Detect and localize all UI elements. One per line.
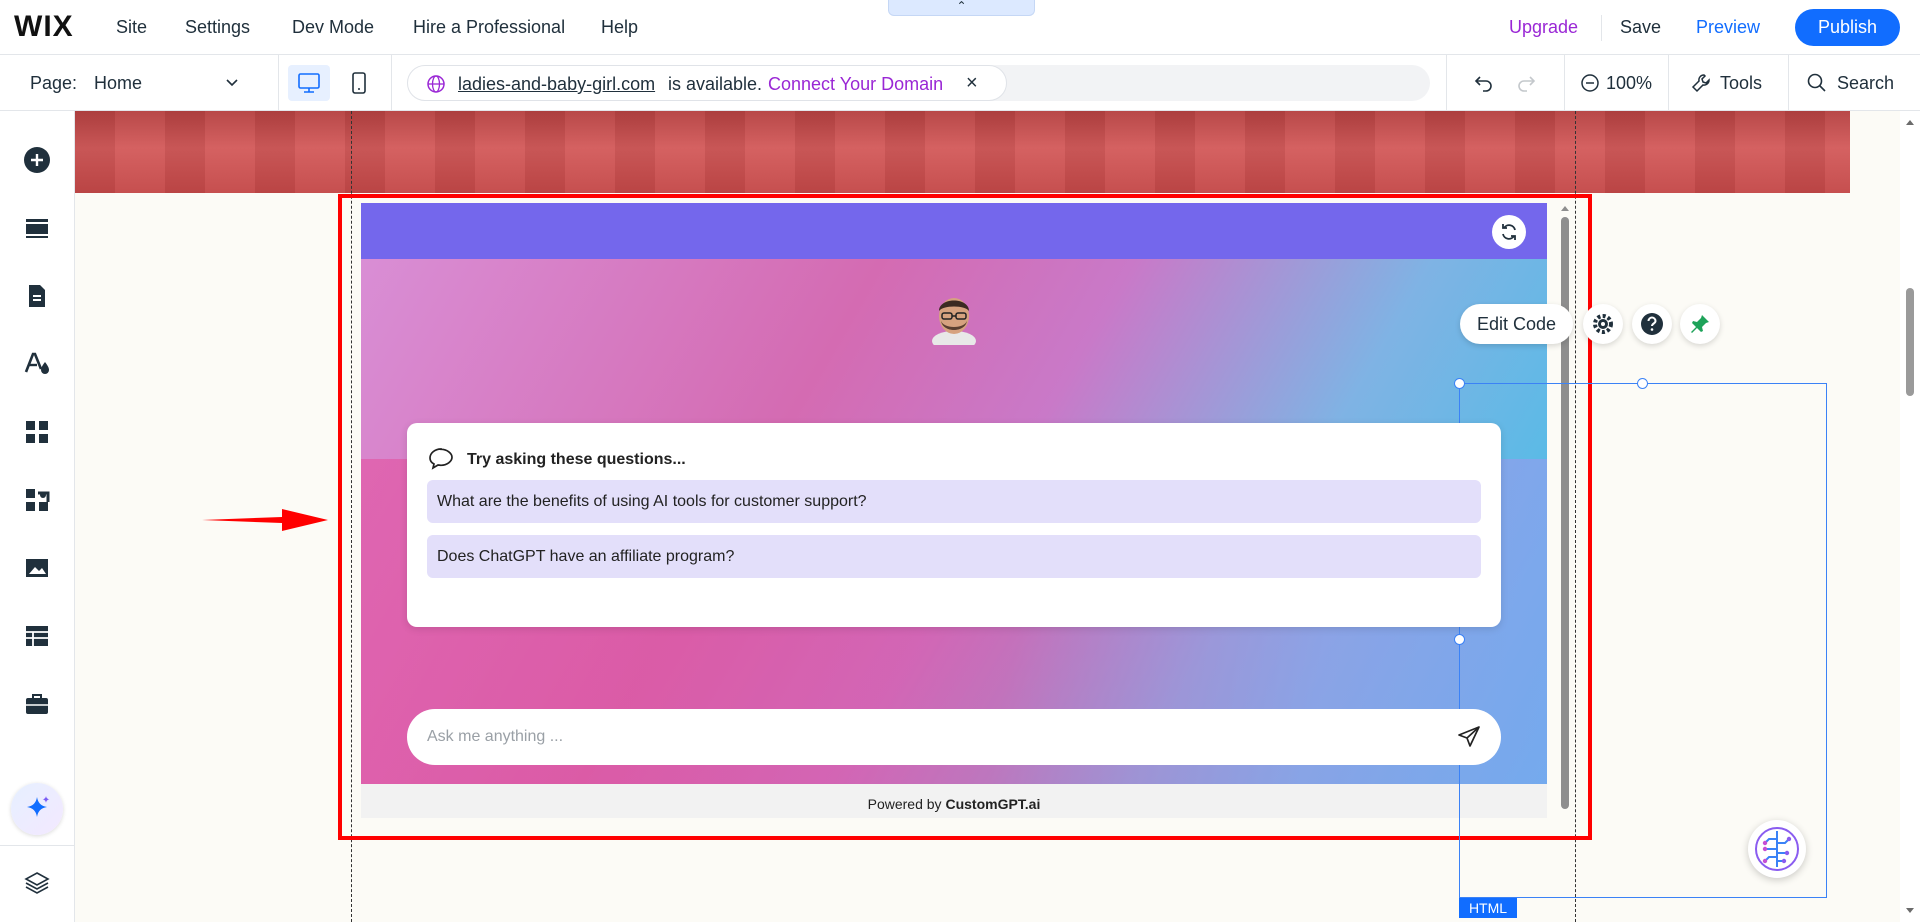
menu-dev-mode[interactable]: Dev Mode	[292, 17, 374, 38]
chat-input-placeholder: Ask me anything ...	[427, 728, 564, 745]
resize-handle[interactable]	[1454, 378, 1465, 389]
business-icon[interactable]	[22, 689, 52, 719]
desktop-view-button[interactable]	[288, 65, 330, 101]
resize-handle[interactable]	[1637, 378, 1648, 389]
save-button[interactable]: Save	[1620, 17, 1661, 38]
divider	[0, 845, 75, 846]
chevron-down-icon[interactable]	[224, 75, 240, 91]
close-icon[interactable]: ×	[966, 72, 978, 95]
divider	[1446, 55, 1447, 111]
avatar	[932, 298, 976, 345]
domain-status: is available.	[668, 74, 763, 94]
scroll-down-icon[interactable]	[1904, 906, 1916, 916]
divider	[1668, 55, 1669, 111]
chat-input[interactable]: Ask me anything ...	[407, 709, 1501, 765]
chat-body: Try asking these questions... What are t…	[361, 259, 1547, 784]
settings-button[interactable]	[1583, 304, 1623, 344]
scroll-up-icon[interactable]	[1904, 117, 1916, 127]
powered-by-footer: Powered by CustomGPT.ai	[361, 784, 1547, 818]
undo-icon[interactable]	[1472, 71, 1496, 95]
divider	[278, 55, 279, 111]
menu-help[interactable]: Help	[601, 17, 638, 38]
chat-header	[361, 203, 1547, 259]
suggested-question[interactable]: Does ChatGPT have an affiliate program?	[427, 535, 1481, 578]
page-scrollbar[interactable]	[1900, 111, 1920, 922]
wix-logo[interactable]: WIX	[14, 10, 74, 44]
menu-settings[interactable]: Settings	[185, 17, 250, 38]
wrench-icon[interactable]	[1690, 72, 1712, 94]
page-label: Page:	[30, 73, 78, 93]
menu-hire-professional[interactable]: Hire a Professional	[413, 17, 565, 38]
zoom-out-icon[interactable]	[1580, 73, 1600, 93]
preview-button[interactable]: Preview	[1696, 17, 1760, 38]
divider	[1601, 15, 1602, 41]
upgrade-link[interactable]: Upgrade	[1509, 17, 1578, 38]
pin-icon	[1691, 315, 1709, 333]
add-icon[interactable]	[22, 145, 52, 175]
edit-code-button[interactable]: Edit Code	[1460, 304, 1573, 344]
layers-icon[interactable]	[22, 868, 52, 898]
chevron-up-icon: ⌃	[956, 0, 967, 13]
element-type-label: HTML	[1459, 898, 1517, 918]
collapse-topbar-button[interactable]: ⌃	[888, 0, 1035, 16]
send-icon[interactable]	[1455, 723, 1483, 751]
header-banner-image	[75, 111, 1850, 193]
suggestions-title: Try asking these questions...	[467, 451, 686, 468]
powered-by-label: Powered by	[867, 796, 946, 812]
domain-name-link[interactable]: ladies-and-baby-girl.com	[458, 74, 655, 95]
customgpt-link[interactable]: CustomGPT.ai	[945, 796, 1040, 812]
chat-widget: Try asking these questions... What are t…	[361, 203, 1547, 818]
suggestions-card: Try asking these questions... What are t…	[407, 423, 1501, 627]
resize-handle[interactable]	[1454, 634, 1465, 645]
chat-bubble-icon	[429, 448, 453, 470]
help-button[interactable]	[1632, 304, 1672, 344]
divider	[391, 55, 392, 111]
globe-icon	[427, 75, 445, 93]
ai-assistant-icon[interactable]	[11, 783, 63, 835]
arrow-annotation	[202, 509, 328, 531]
redo-icon[interactable]	[1514, 71, 1538, 95]
tools-button[interactable]: Tools	[1720, 73, 1762, 94]
left-sidebar	[0, 111, 75, 922]
apps-icon[interactable]	[22, 417, 52, 447]
media-icon[interactable]	[22, 553, 52, 583]
editor-toolbar: Page: Home ladies-and-baby-girl.com is a…	[0, 55, 1920, 111]
desktop-icon	[298, 73, 320, 93]
design-icon[interactable]	[22, 349, 52, 379]
divider	[1564, 55, 1565, 111]
gear-icon	[1593, 314, 1613, 334]
page-scrollbar-thumb[interactable]	[1906, 288, 1914, 396]
cms-icon[interactable]	[22, 621, 52, 651]
zoom-level[interactable]: 100%	[1606, 73, 1652, 94]
pin-button[interactable]	[1680, 304, 1720, 344]
mobile-view-button[interactable]	[344, 65, 374, 101]
scroll-up-icon[interactable]	[1559, 203, 1571, 213]
sections-icon[interactable]	[22, 213, 52, 243]
help-icon	[1641, 313, 1663, 335]
add-apps-icon[interactable]	[22, 485, 52, 515]
mobile-icon	[352, 72, 366, 94]
connect-domain-link[interactable]: Connect Your Domain	[768, 74, 943, 95]
refresh-icon[interactable]	[1492, 215, 1526, 249]
suggested-question[interactable]: What are the benefits of using AI tools …	[427, 480, 1481, 523]
pages-icon[interactable]	[22, 281, 52, 311]
page-selector[interactable]: Home	[94, 73, 142, 94]
menu-site[interactable]: Site	[116, 17, 147, 38]
top-bar: WIX Site Settings Dev Mode Hire a Profes…	[0, 0, 1920, 55]
ai-brain-icon[interactable]	[1748, 820, 1806, 878]
domain-suggestion: ladies-and-baby-girl.com is available. C…	[407, 65, 1007, 101]
